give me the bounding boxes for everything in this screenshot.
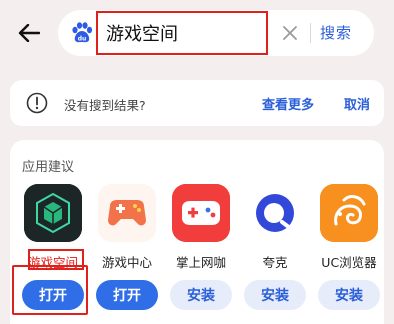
app-item-uc-browser: UC浏览器 安装 [312,184,386,324]
no-result-text: 没有搜到结果? [64,98,146,113]
svg-text:du: du [78,36,87,43]
uc-squirrel-icon[interactable] [320,184,378,242]
game-space-icon[interactable] [24,184,82,242]
search-input[interactable] [96,11,268,55]
app-item-game-center: 游戏中心 打开 [90,184,164,324]
install-button[interactable]: 安装 [170,280,232,310]
baidu-paw-icon: du [70,21,94,45]
app-name: 游戏中心 [101,255,152,270]
game-center-icon[interactable] [98,184,156,242]
app-item-quark: 夸克 安装 [238,184,312,324]
app-name: UC浏览器 [321,255,377,270]
section-title: 应用建议 [22,160,75,175]
info-icon [26,92,48,114]
search-bar: du 搜索 [58,10,374,56]
gamepad-icon[interactable] [172,184,230,242]
app-item-wangka: 掌上网咖 安装 [164,184,238,324]
search-button[interactable]: 搜索 [320,22,352,43]
top-bar: du 搜索 [0,0,394,70]
clear-x-icon[interactable] [280,23,300,43]
divider [310,23,311,43]
back-arrow-icon[interactable] [14,18,44,48]
open-button[interactable]: 打开 [96,280,158,310]
highlight-box-open-button [12,265,88,315]
install-button[interactable]: 安装 [318,280,380,310]
cancel-link[interactable]: 取消 [344,94,370,113]
quark-icon[interactable] [246,184,304,242]
no-result-card: 没有搜到结果? 查看更多 取消 [10,80,384,126]
app-name: 掌上网咖 [175,255,226,270]
install-button[interactable]: 安装 [244,280,306,310]
view-more-link[interactable]: 查看更多 [262,94,314,113]
app-name: 夸克 [262,255,288,270]
